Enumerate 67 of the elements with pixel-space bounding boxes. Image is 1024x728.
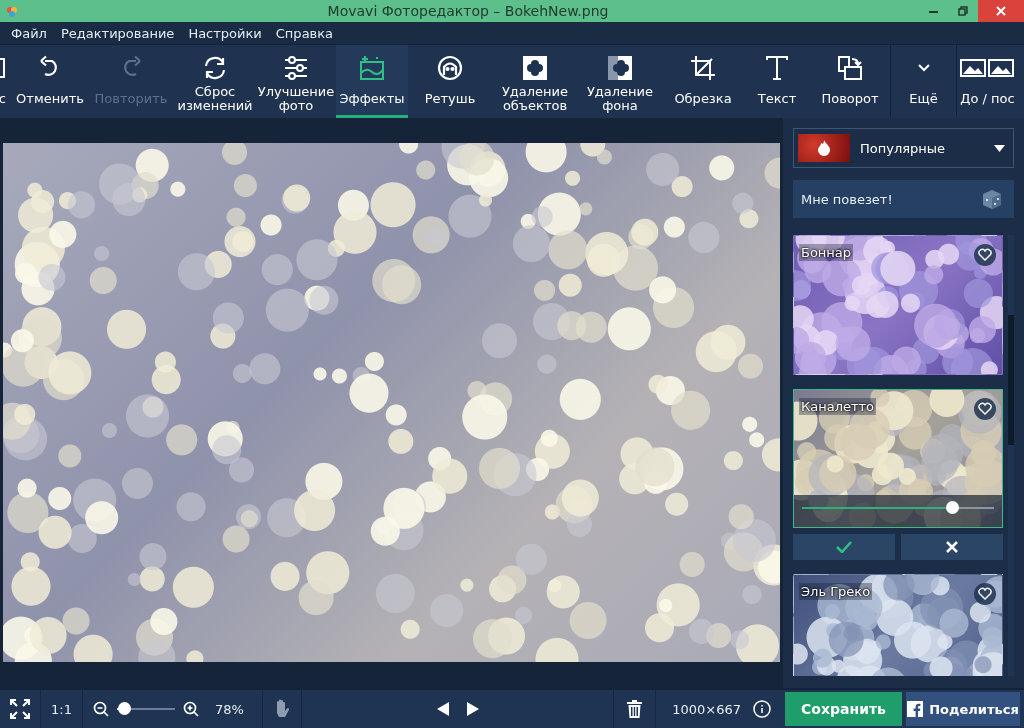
dice-icon <box>980 187 1004 211</box>
fit-screen-icon <box>10 699 30 719</box>
effect-thumbnail[interactable]: Каналетто <box>793 389 1003 528</box>
close-button[interactable] <box>978 0 1024 22</box>
trash-icon <box>627 700 643 718</box>
background-removal-icon <box>607 55 633 81</box>
minimize-icon <box>928 9 938 13</box>
toolbar-button[interactable]: Обрезка <box>662 45 744 118</box>
object-removal-icon <box>522 55 548 81</box>
zoom-out-icon <box>92 701 109 717</box>
sliders-icon <box>283 55 309 81</box>
text-icon <box>764 55 790 81</box>
toolbar-button[interactable]: Удаление объектов <box>492 45 578 118</box>
zoom-level: 78% <box>214 701 244 717</box>
menu-item[interactable]: Справка <box>268 25 341 41</box>
toolbar-button[interactable]: Улучшение фото <box>256 45 336 118</box>
restore-icon <box>958 6 968 16</box>
next-icon <box>466 702 479 716</box>
face-icon <box>437 55 463 81</box>
reset-icon <box>202 55 228 81</box>
effect-name: Каналетто <box>799 398 877 415</box>
zoom-slider-thumb[interactable] <box>117 702 131 715</box>
flame-icon <box>818 140 830 156</box>
toolbar-button[interactable]: Отменить <box>12 45 88 118</box>
chevron-down-icon <box>916 63 931 73</box>
effect-thumbnail[interactable]: Боннар <box>793 235 1003 375</box>
toolbar-button[interactable]: До / пос <box>956 45 1018 118</box>
next-button[interactable] <box>466 702 479 716</box>
toolbar-button[interactable]: Эффекты <box>336 45 408 118</box>
fit-screen-button[interactable] <box>10 699 30 719</box>
previous-button[interactable] <box>436 702 449 716</box>
lucky-button[interactable]: Мне повезет! <box>793 180 1014 218</box>
toolbar-button[interactable]: Сброс изменений <box>174 45 256 118</box>
crop-icon <box>690 55 716 81</box>
actual-size-button[interactable]: 1:1 <box>51 701 72 717</box>
slider-thumb[interactable] <box>945 501 959 514</box>
facebook-icon <box>907 701 924 717</box>
image-dimensions: 1000×667 <box>672 701 741 717</box>
rotate-icon <box>837 55 863 81</box>
toolbar-button[interactable]: Ретушь <box>408 45 492 118</box>
info-button[interactable] <box>753 700 771 718</box>
caret-icon <box>994 144 1005 152</box>
share-button[interactable]: Поделиться <box>906 692 1020 726</box>
close-icon <box>996 6 1006 16</box>
previous-icon <box>436 702 449 716</box>
check-icon <box>836 541 852 553</box>
window-title: Movavi Фоторедактор – BokehNew.png <box>326 3 610 19</box>
menu-item[interactable]: Настройки <box>181 25 269 41</box>
toolbar-button[interactable]: Удаление фона <box>578 45 662 118</box>
category-dropdown[interactable]: Популярные <box>793 128 1014 168</box>
effect-name: Боннар <box>799 244 854 261</box>
before-after-icon <box>959 59 1016 77</box>
zoom-in-icon <box>182 701 199 717</box>
menu-item[interactable]: Файл <box>4 25 54 41</box>
app-logo-icon <box>6 5 18 17</box>
cancel-button[interactable] <box>901 534 1003 560</box>
zoom-in-button[interactable] <box>182 701 199 717</box>
effect-name: Эль Греко <box>799 583 873 600</box>
info-icon <box>753 700 771 718</box>
effects-icon <box>359 55 385 81</box>
toolbar-button[interactable]: Поворот <box>810 45 890 118</box>
delete-button[interactable] <box>627 700 643 718</box>
menu-item[interactable]: Редактирование <box>53 25 182 41</box>
zoom-out-button[interactable] <box>92 701 109 717</box>
toolbar-button[interactable]: Текст <box>744 45 810 118</box>
toolbar-button[interactable]: с <box>0 45 12 118</box>
close-icon <box>946 541 958 553</box>
